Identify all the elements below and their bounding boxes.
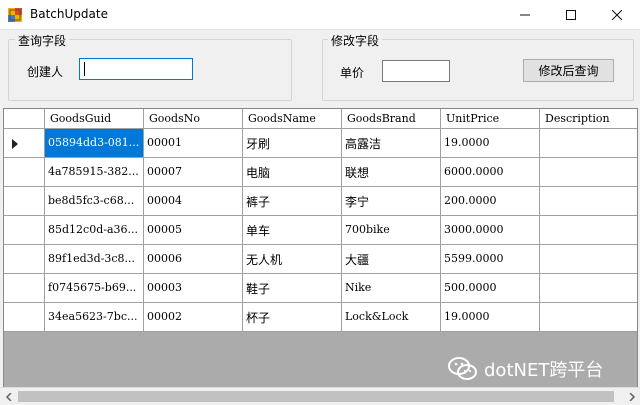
scrollbar-thumb[interactable] — [18, 391, 614, 402]
cell-goodsname[interactable]: 牙刷 — [243, 129, 342, 158]
cell-goodsname[interactable]: 无人机 — [243, 245, 342, 274]
cell-goodsguid[interactable]: f0745675-b69... — [45, 274, 144, 303]
cell-goodsno[interactable]: 00007 — [144, 158, 243, 187]
cell-goodsguid[interactable]: 34ea5623-7bc... — [45, 303, 144, 332]
close-icon — [612, 9, 622, 20]
cell-goodsno[interactable]: 00004 — [144, 187, 243, 216]
cell-goodsno[interactable]: 00003 — [144, 274, 243, 303]
query-groupbox: 查询字段 创建人 — [8, 32, 292, 101]
cell-goodsno[interactable]: 00006 — [144, 245, 243, 274]
cell-unitprice[interactable]: 6000.0000 — [441, 158, 540, 187]
grid-body: 05894dd3-081... 00001 牙刷 高露洁 19.0000 4a7… — [4, 129, 637, 332]
column-header-unitprice[interactable]: UnitPrice — [441, 109, 540, 129]
cell-goodsname[interactable]: 鞋子 — [243, 274, 342, 303]
cell-goodsname[interactable]: 杯子 — [243, 303, 342, 332]
cell-goodsno[interactable]: 00005 — [144, 216, 243, 245]
table-row[interactable]: 05894dd3-081... 00001 牙刷 高露洁 19.0000 — [4, 129, 637, 158]
scroll-right-button[interactable] — [623, 388, 640, 405]
modify-group-caption: 修改字段 — [328, 32, 383, 49]
modify-groupbox: 修改字段 单价 修改后查询 — [322, 32, 634, 101]
cell-goodsbrand[interactable]: 李宁 — [342, 187, 441, 216]
minimize-icon — [520, 14, 530, 15]
cell-goodsguid[interactable]: 05894dd3-081... — [45, 129, 144, 158]
cell-goodsname[interactable]: 电脑 — [243, 158, 342, 187]
table-row[interactable]: 85d12c0d-a36... 00005 单车 700bike 3000.00… — [4, 216, 637, 245]
row-header[interactable] — [4, 187, 45, 216]
cell-description[interactable] — [540, 187, 637, 216]
row-header[interactable] — [4, 245, 45, 274]
grid-header-row: GoodsGuid GoodsNo GoodsName GoodsBrand U… — [4, 109, 637, 129]
cell-unitprice[interactable]: 500.0000 — [441, 274, 540, 303]
grid-corner-header[interactable] — [4, 109, 45, 129]
cell-goodsbrand[interactable]: Lock&Lock — [342, 303, 441, 332]
cell-goodsguid[interactable]: be8d5fc3-c68... — [45, 187, 144, 216]
text-caret — [84, 62, 85, 76]
cell-description[interactable] — [540, 303, 637, 332]
maximize-button[interactable] — [548, 0, 594, 29]
cell-description[interactable] — [540, 129, 637, 158]
row-header[interactable] — [4, 158, 45, 187]
cell-goodsguid[interactable]: 89f1ed3d-3c8... — [45, 245, 144, 274]
cell-unitprice[interactable]: 5599.0000 — [441, 245, 540, 274]
cell-unitprice[interactable]: 19.0000 — [441, 303, 540, 332]
cell-goodsbrand[interactable]: 大疆 — [342, 245, 441, 274]
cell-unitprice[interactable]: 19.0000 — [441, 129, 540, 158]
table-row[interactable]: 34ea5623-7bc... 00002 杯子 Lock&Lock 19.00… — [4, 303, 637, 332]
column-header-goodsname[interactable]: GoodsName — [243, 109, 342, 129]
wechat-icon — [448, 357, 477, 380]
watermark: dotNET跨平台 — [448, 353, 603, 385]
cell-goodsno[interactable]: 00002 — [144, 303, 243, 332]
query-group-caption: 查询字段 — [15, 32, 70, 49]
watermark-text: dotNET跨平台 — [484, 360, 604, 381]
row-header[interactable] — [4, 216, 45, 245]
creator-input[interactable] — [79, 58, 193, 80]
cell-goodsbrand[interactable]: Nike — [342, 274, 441, 303]
app-icon — [8, 8, 22, 22]
cell-goodsname[interactable]: 单车 — [243, 216, 342, 245]
row-pointer-icon — [12, 139, 18, 149]
cell-description[interactable] — [540, 158, 637, 187]
cell-goodsbrand[interactable]: 高露洁 — [342, 129, 441, 158]
table-row[interactable]: 4a785915-382... 00007 电脑 联想 6000.0000 — [4, 158, 637, 187]
table-row[interactable]: be8d5fc3-c68... 00004 裤子 李宁 200.0000 — [4, 187, 637, 216]
window-title: BatchUpdate — [30, 7, 108, 21]
close-button[interactable] — [594, 0, 640, 29]
cell-unitprice[interactable]: 3000.0000 — [441, 216, 540, 245]
cell-goodsguid[interactable]: 4a785915-382... — [45, 158, 144, 187]
update-and-query-button[interactable]: 修改后查询 — [523, 59, 614, 82]
cell-goodsbrand[interactable]: 700bike — [342, 216, 441, 245]
cell-description[interactable] — [540, 274, 637, 303]
cell-goodsname[interactable]: 裤子 — [243, 187, 342, 216]
creator-label: 创建人 — [27, 65, 64, 79]
column-header-goodsbrand[interactable]: GoodsBrand — [342, 109, 441, 129]
cell-unitprice[interactable]: 200.0000 — [441, 187, 540, 216]
unit-price-label: 单价 — [340, 66, 365, 80]
row-header[interactable] — [4, 274, 45, 303]
cell-goodsbrand[interactable]: 联想 — [342, 158, 441, 187]
cell-description[interactable] — [540, 245, 637, 274]
cell-description[interactable] — [540, 216, 637, 245]
minimize-button[interactable] — [502, 0, 548, 29]
row-header[interactable] — [4, 303, 45, 332]
chevron-right-icon — [628, 392, 635, 401]
unit-price-input[interactable] — [382, 60, 450, 82]
scroll-left-button[interactable] — [0, 388, 17, 405]
column-header-description[interactable]: Description — [540, 109, 637, 129]
chevron-left-icon — [5, 392, 12, 401]
table-row[interactable]: 89f1ed3d-3c8... 00006 无人机 大疆 5599.0000 — [4, 245, 637, 274]
row-header[interactable] — [4, 129, 45, 158]
cell-goodsno[interactable]: 00001 — [144, 129, 243, 158]
horizontal-scrollbar[interactable] — [0, 387, 640, 405]
maximize-icon — [566, 9, 576, 20]
column-header-goodsguid[interactable]: GoodsGuid — [45, 109, 144, 129]
cell-goodsguid[interactable]: 85d12c0d-a36... — [45, 216, 144, 245]
table-row[interactable]: f0745675-b69... 00003 鞋子 Nike 500.0000 — [4, 274, 637, 303]
column-header-goodsno[interactable]: GoodsNo — [144, 109, 243, 129]
client-area: 查询字段 创建人 修改字段 单价 修改后查询 GoodsGuid GoodsNo… — [0, 30, 640, 405]
title-bar: BatchUpdate — [0, 0, 640, 30]
